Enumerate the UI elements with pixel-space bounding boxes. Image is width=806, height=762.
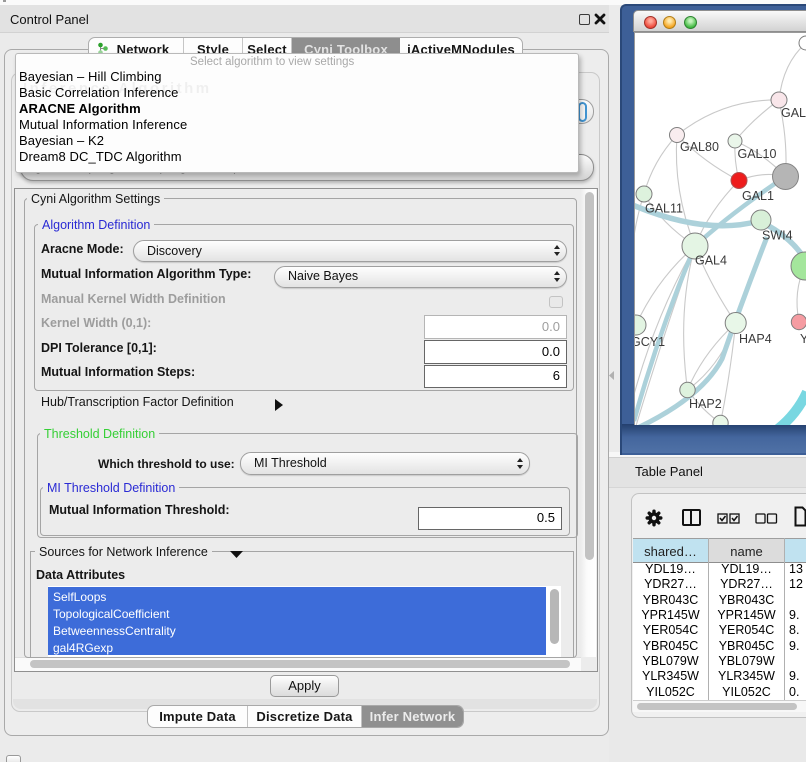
svg-text:GAL4: GAL4 [695,254,727,268]
svg-text:YM: YM [800,332,806,346]
svg-text:GAL1: GAL1 [742,189,774,203]
svg-text:HAP2: HAP2 [689,397,722,411]
svg-text:SWI4: SWI4 [762,229,793,243]
svg-text:GAL10: GAL10 [738,147,777,161]
svg-text:GAL80: GAL80 [680,140,719,154]
svg-text:GCY1: GCY1 [634,335,665,349]
svg-text:HAP4: HAP4 [739,332,772,346]
svg-text:GAL11: GAL11 [645,202,683,216]
svg-text:GAL2: GAL2 [781,106,806,120]
